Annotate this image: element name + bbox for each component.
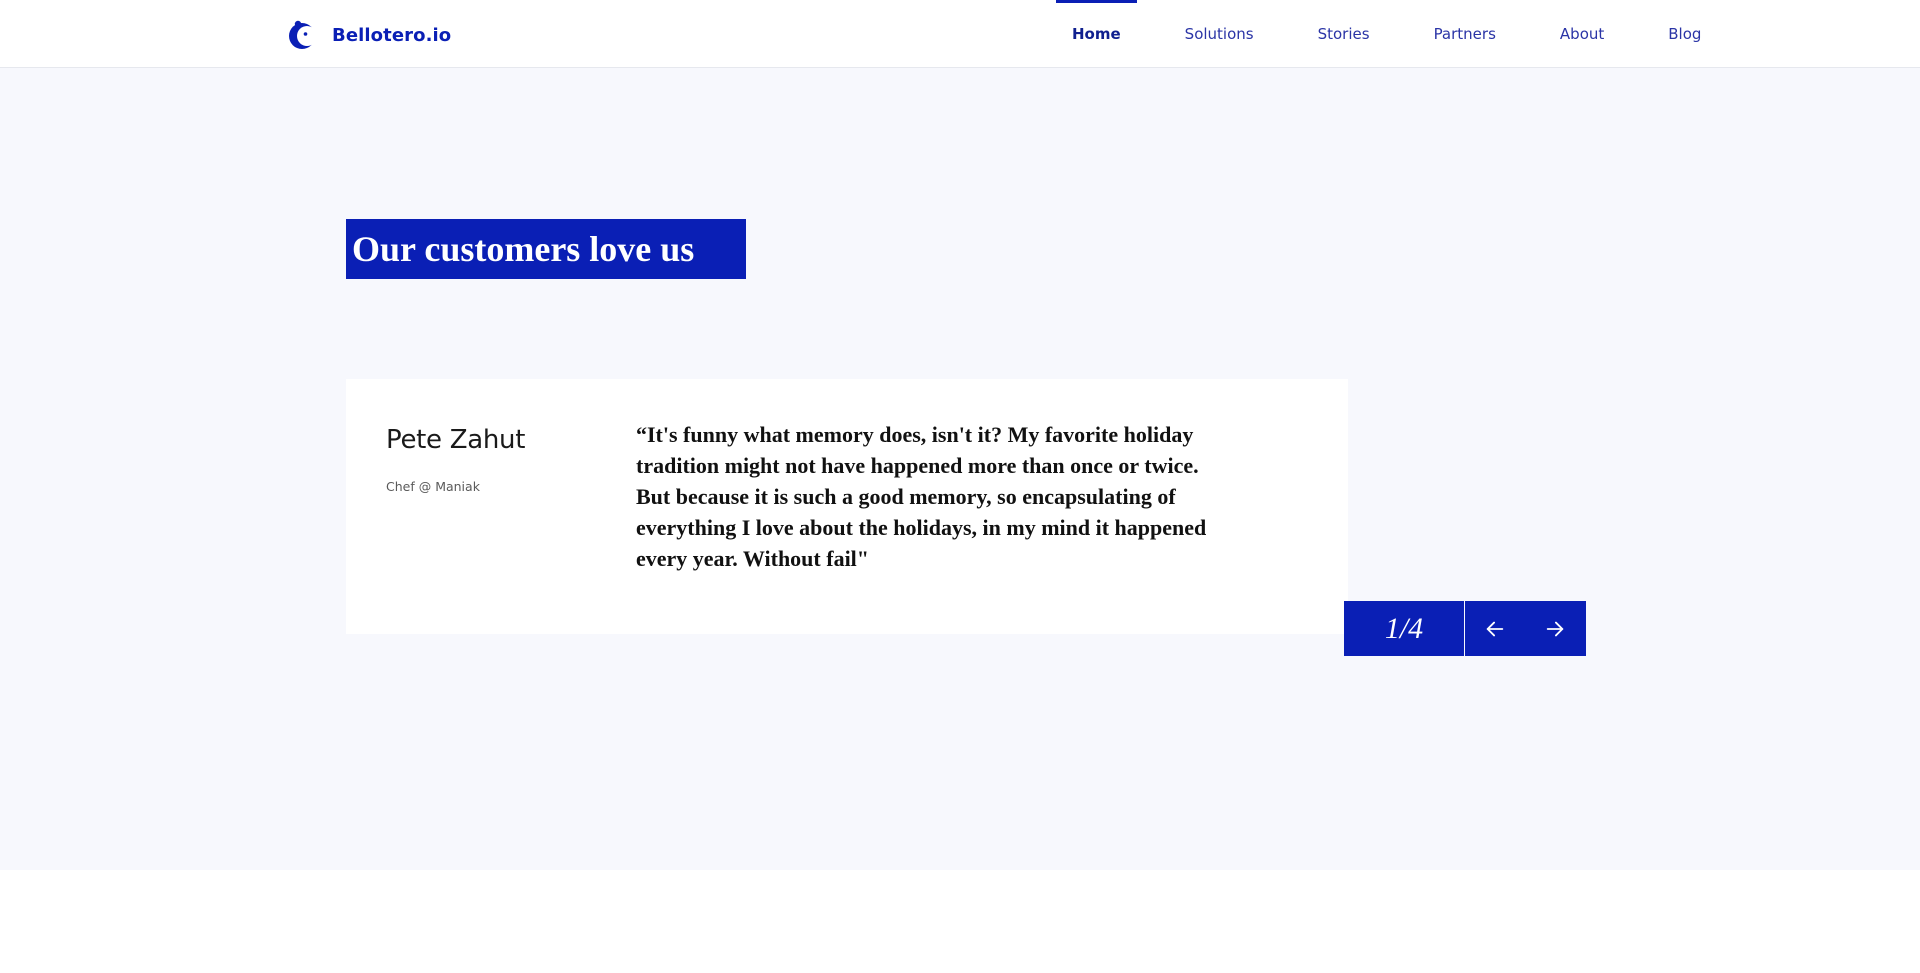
brand-name: Bellotero.io [332, 24, 452, 46]
testimonial-quote: “It's funny what memory does, isn't it? … [636, 422, 1207, 571]
main-nav: Home Solutions Stories Partners About Bl… [1040, 0, 1733, 68]
nav-item-partners[interactable]: Partners [1434, 0, 1496, 68]
customer-role: Chef @ Maniak [386, 479, 480, 494]
brand-link[interactable]: Bellotero.io [286, 18, 451, 52]
testimonial-card: Pete Zahut Chef @ Maniak “It's funny wha… [346, 379, 1348, 634]
nav-item-stories[interactable]: Stories [1318, 0, 1370, 68]
nav-item-blog[interactable]: Blog [1668, 0, 1701, 68]
slider-controls [1465, 601, 1586, 656]
section-title-box: Our customers love us [346, 219, 746, 279]
site-header: Bellotero.io Home Solutions Stories Part… [0, 0, 1920, 68]
nav-item-home[interactable]: Home [1056, 0, 1137, 68]
section-title: Our customers love us [352, 229, 695, 269]
next-button[interactable] [1525, 601, 1585, 656]
customer-name: Pete Zahut [386, 425, 526, 455]
nav-item-solutions[interactable]: Solutions [1185, 0, 1254, 68]
nav-item-about[interactable]: About [1560, 0, 1604, 68]
slide-counter: 1/4 [1344, 601, 1464, 656]
arrow-right-icon [1546, 621, 1564, 636]
bellotero-logo-icon [289, 20, 317, 49]
previous-button[interactable] [1465, 601, 1525, 656]
arrow-left-icon [1486, 621, 1504, 636]
